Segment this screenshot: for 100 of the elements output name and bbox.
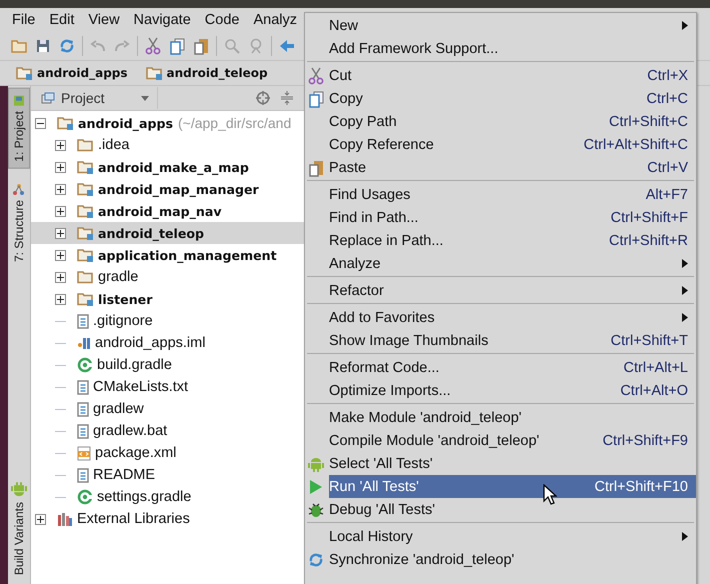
menu-title[interactable]: Analyz xyxy=(253,12,297,28)
menu-item[interactable]: Copy Path Ctrl+Shift+C xyxy=(329,110,696,133)
tree-row[interactable]: android_map_nav xyxy=(31,200,304,222)
menu-item[interactable]: Local History xyxy=(329,525,696,548)
menu-item[interactable]: Analyze xyxy=(329,252,696,275)
menu-item[interactable]: Replace in Path... Ctrl+Shift+R xyxy=(329,229,696,252)
module-folder-icon xyxy=(16,66,33,80)
caret-icon xyxy=(141,96,149,100)
menu-item[interactable]: Reformat Code... Ctrl+Alt+L xyxy=(329,356,696,379)
menu-item[interactable]: Find in Path... Ctrl+Shift+F xyxy=(329,206,696,229)
menu-item[interactable]: Paste Ctrl+V xyxy=(329,156,696,179)
android-icon xyxy=(13,95,25,107)
tree-row[interactable]: gradle xyxy=(31,266,304,288)
gradle-file-icon xyxy=(77,357,93,373)
side-tab[interactable]: 1: Project xyxy=(8,88,30,169)
expand-toggle[interactable] xyxy=(55,228,66,238)
structure-icon xyxy=(13,184,25,196)
expand-toggle[interactable] xyxy=(55,206,66,216)
expand-toggle[interactable] xyxy=(55,184,66,194)
tree-row[interactable]: README xyxy=(31,464,304,486)
plus-icon xyxy=(57,274,64,280)
tree-row[interactable]: android_make_a_map xyxy=(31,156,304,178)
menu-item[interactable]: Compile Module 'android_teleop' Ctrl+Shift+F9 xyxy=(329,429,696,452)
menu-item[interactable]: Add Framework Support... xyxy=(329,37,696,60)
run-icon xyxy=(309,479,323,495)
expand-toggle[interactable] xyxy=(55,250,66,260)
expand-toggle[interactable] xyxy=(55,272,66,282)
menu-title[interactable]: File xyxy=(12,12,36,28)
tree-row[interactable]: .idea xyxy=(31,134,304,156)
tree-row[interactable]: gradlew xyxy=(31,398,304,420)
tree-row[interactable]: android_apps (~/app_dir/src/and xyxy=(31,112,304,134)
expand-toggle[interactable] xyxy=(55,140,66,150)
module-folder-icon xyxy=(77,160,94,174)
expand-toggle[interactable] xyxy=(55,162,66,172)
menu-item[interactable]: Run 'All Tests' Ctrl+Shift+F10 xyxy=(329,475,696,498)
tree-row[interactable]: package.xml xyxy=(31,442,304,464)
menu-item[interactable]: Add to Favorites xyxy=(329,306,696,329)
menu-item[interactable]: Copy Ctrl+C xyxy=(329,87,696,110)
menu-item[interactable]: New xyxy=(329,14,696,37)
expand-toggle[interactable] xyxy=(55,294,66,304)
menu-title[interactable]: Navigate xyxy=(134,12,191,28)
menu-item[interactable]: Debug 'All Tests' xyxy=(329,498,696,521)
menu-item[interactable]: Cut Ctrl+X xyxy=(329,64,696,87)
folder-icon xyxy=(11,40,27,52)
menu-item[interactable]: Find Usages Alt+F7 xyxy=(329,183,696,206)
copy-icon xyxy=(308,90,324,108)
menu-item[interactable]: Show Image Thumbnails Ctrl+Shift+T xyxy=(329,329,696,352)
tree-item-label: android_map_manager xyxy=(98,182,259,196)
menu-item[interactable]: Select 'All Tests' xyxy=(329,452,696,475)
tree-item-label: android_apps.iml xyxy=(95,335,206,351)
menu-title[interactable]: View xyxy=(88,12,120,28)
android-icon xyxy=(308,456,324,472)
locate-icon[interactable] xyxy=(256,91,270,105)
tree-row[interactable]: settings.gradle xyxy=(31,486,304,508)
menu-item[interactable]: Make Module 'android_teleop' xyxy=(329,406,696,429)
menu-item[interactable]: Synchronize 'android_teleop' xyxy=(329,548,696,571)
tree-item-label: android_make_a_map xyxy=(98,160,249,174)
plus-icon xyxy=(57,208,64,214)
tree-item-label: android_teleop xyxy=(98,226,204,240)
tree-row[interactable]: android_map_manager xyxy=(31,178,304,200)
collapse-all-icon[interactable] xyxy=(280,91,294,105)
sync-icon xyxy=(308,552,324,568)
plus-icon xyxy=(57,164,64,170)
gradle-file-icon xyxy=(77,489,93,505)
tree-row[interactable]: android_apps.iml xyxy=(31,332,304,354)
tree-item-label: External Libraries xyxy=(77,511,190,527)
menu-title[interactable]: Code xyxy=(204,12,240,28)
xml-file-icon xyxy=(77,446,91,460)
tree-item-label: gradlew xyxy=(93,401,144,417)
tree-item-label: gradle xyxy=(98,269,138,285)
menu-item[interactable]: Optimize Imports... Ctrl+Alt+O xyxy=(329,379,696,402)
tree-row[interactable]: application_management xyxy=(31,244,304,266)
folder-icon xyxy=(77,270,94,284)
plus-icon xyxy=(57,252,64,258)
menu-item[interactable]: Refactor xyxy=(329,279,696,302)
tree-row[interactable]: CMakeLists.txt xyxy=(31,376,304,398)
selected-tree-row[interactable]: android_teleop xyxy=(31,222,304,244)
plus-icon xyxy=(57,230,64,236)
module-folder-icon xyxy=(77,292,94,306)
tree-item-label: .gitignore xyxy=(93,313,153,329)
text-file-icon xyxy=(77,402,89,416)
tree-row[interactable]: build.gradle xyxy=(31,354,304,376)
tree-row[interactable]: listener xyxy=(31,288,304,310)
expand-toggle[interactable] xyxy=(35,514,46,524)
paste-icon xyxy=(194,38,208,54)
module-folder-icon xyxy=(146,66,163,80)
menu-item[interactable]: Copy Reference Ctrl+Alt+Shift+C xyxy=(329,133,696,156)
plus-icon xyxy=(57,296,64,302)
menu-title[interactable]: Edit xyxy=(49,12,74,28)
tree-row[interactable]: gradlew.bat xyxy=(31,420,304,442)
tree-row[interactable]: .gitignore xyxy=(31,310,304,332)
tree-row[interactable]: External Libraries xyxy=(31,508,304,530)
tree-item-label: android_apps xyxy=(78,116,173,130)
module-folder-icon xyxy=(77,182,94,196)
plus-icon xyxy=(37,516,44,522)
replace-icon xyxy=(248,38,264,54)
collapse-toggle[interactable] xyxy=(35,118,46,128)
side-tab[interactable]: 7: Structure xyxy=(8,176,30,269)
side-tab[interactable]: Build Variants xyxy=(8,474,30,582)
libraries-icon xyxy=(57,512,73,526)
